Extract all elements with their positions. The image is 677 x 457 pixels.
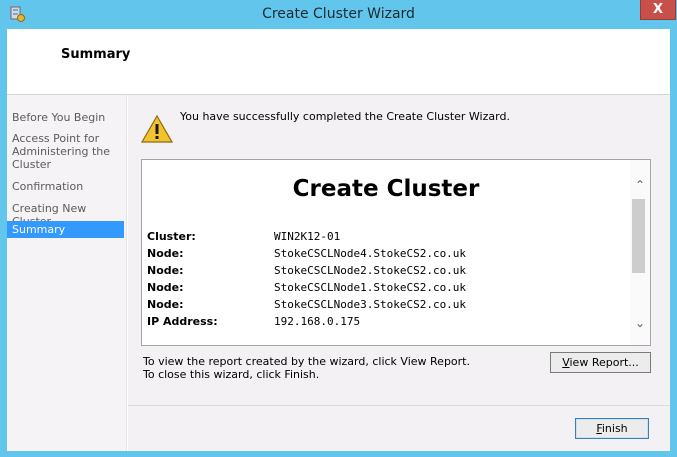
wizard-content: Before You Begin Access Point for Admini… — [7, 95, 670, 451]
report-scrollbar[interactable]: ⌃ ⌄ — [630, 160, 650, 345]
report-box[interactable]: Create Cluster Cluster: WIN2K12-01 Node:… — [141, 159, 651, 346]
success-message: You have successfully completed the Crea… — [180, 110, 510, 123]
report-row-value: StokeCSCLNode3.StokeCS2.co.uk — [274, 298, 467, 311]
finish-label: inish — [601, 422, 628, 435]
warning-icon — [141, 115, 173, 143]
main-panel: You have successfully completed the Crea… — [128, 95, 670, 405]
report-row-value: StokeCSCLNode2.StokeCS2.co.uk — [274, 264, 467, 277]
scroll-thumb[interactable] — [632, 199, 645, 273]
report-row-value: 192.168.0.175 — [274, 315, 361, 328]
view-report-hint: To view the report created by the wizard… — [143, 355, 470, 368]
report-row-label: Cluster: — [147, 230, 196, 243]
wizard-header: Summary — [7, 29, 670, 95]
report-row-value: StokeCSCLNode1.StokeCS2.co.uk — [274, 281, 467, 294]
window-title: Create Cluster Wizard — [262, 6, 415, 22]
view-report-mnemonic: V — [562, 356, 570, 369]
step-navigation: Before You Begin Access Point for Admini… — [7, 95, 127, 451]
wizard-footer: Finish — [128, 405, 670, 451]
report-row-label: Node: — [147, 281, 184, 294]
scroll-down-arrow-icon[interactable]: ⌄ — [630, 314, 650, 332]
close-button[interactable]: X — [640, 0, 676, 20]
view-report-label: iew Report... — [569, 356, 639, 369]
nav-step-confirmation[interactable]: Confirmation — [7, 180, 124, 193]
scroll-up-arrow-icon[interactable]: ⌃ — [630, 176, 650, 194]
nav-step-before-you-begin[interactable]: Before You Begin — [7, 111, 124, 124]
nav-step-access-point[interactable]: Access Point for Administering the Clust… — [7, 132, 124, 171]
report-row-value: WIN2K12-01 — [274, 230, 341, 243]
finish-button[interactable]: Finish — [575, 418, 649, 439]
report-title: Create Cluster — [292, 176, 480, 202]
view-report-button[interactable]: View Report... — [550, 352, 651, 373]
close-wizard-hint: To close this wizard, click Finish. — [143, 368, 320, 381]
nav-step-summary[interactable]: Summary — [7, 221, 124, 238]
report-row-value: StokeCSCLNode4.StokeCS2.co.uk — [274, 247, 467, 260]
window-bottom-border — [0, 451, 677, 457]
report-row-label: Node: — [147, 298, 184, 311]
title-bar[interactable]: Create Cluster Wizard X — [0, 0, 677, 29]
report-row-label: IP Address: — [147, 315, 218, 328]
report-row-label: Node: — [147, 264, 184, 277]
page-title: Summary — [61, 47, 131, 62]
report-row-label: Node: — [147, 247, 184, 260]
